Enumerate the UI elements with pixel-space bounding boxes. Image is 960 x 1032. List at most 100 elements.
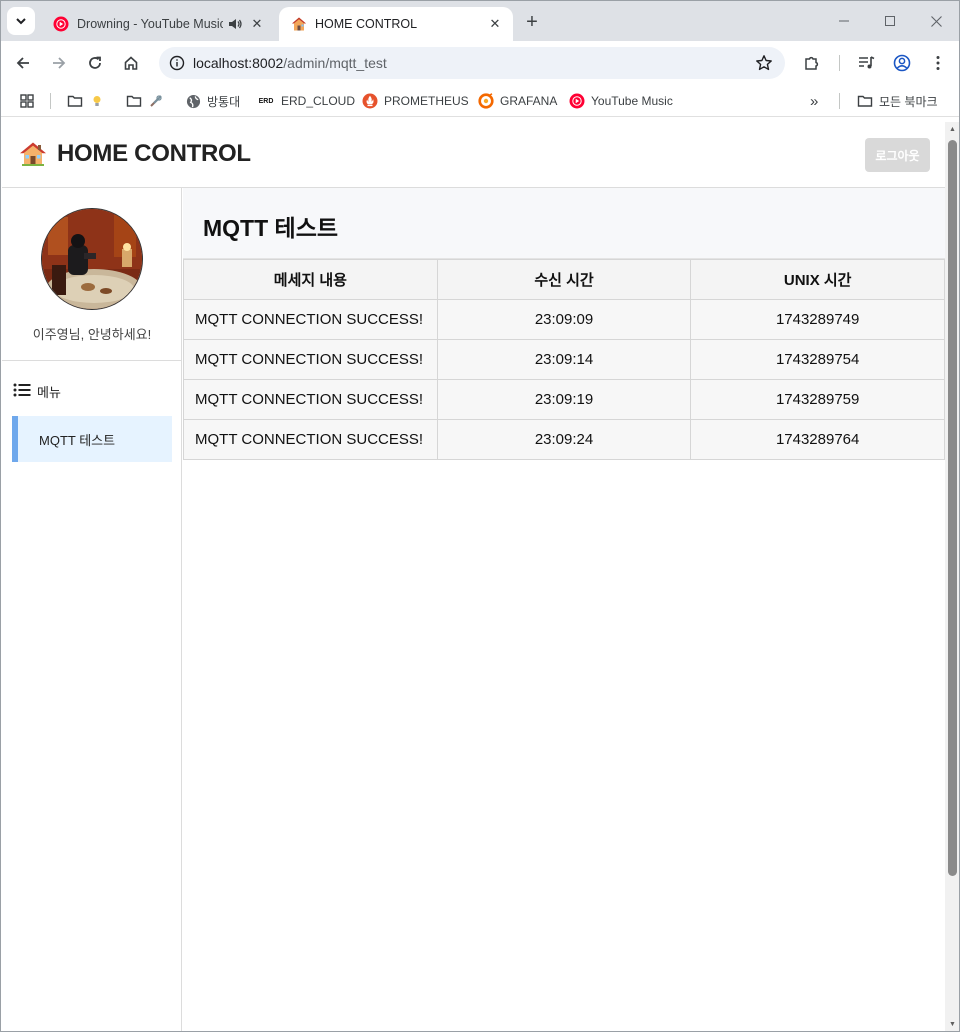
home-icon	[124, 56, 138, 70]
youtube-music-icon	[53, 16, 69, 32]
tab-home-control[interactable]: HOME CONTROL ✕	[279, 7, 513, 41]
close-tab-icon[interactable]: ✕	[487, 16, 503, 32]
arrow-left-icon	[16, 57, 29, 69]
bookmarks-divider	[50, 93, 51, 109]
apps-button[interactable]	[19, 91, 41, 111]
unix-time-cell: 1743289764	[690, 419, 945, 460]
bookmark-label: PROMETHEUS	[384, 94, 469, 108]
message-cell: MQTT CONNECTION SUCCESS!	[183, 299, 438, 340]
bookmark-star-icon[interactable]	[755, 54, 773, 77]
brand[interactable]: HOME CONTROL	[19, 140, 251, 168]
received-time-cell: 23:09:24	[436, 419, 692, 460]
globe-icon	[185, 93, 201, 109]
page-scrollbar[interactable]: ▲ ▼	[945, 122, 959, 1031]
back-button[interactable]	[9, 49, 37, 77]
media-control-icon[interactable]	[854, 51, 878, 75]
more-bookmarks-button[interactable]: »	[810, 91, 818, 111]
minimize-icon	[839, 20, 849, 22]
house-icon	[291, 16, 307, 32]
youtube-music-icon	[569, 93, 585, 109]
house-icon	[20, 142, 46, 166]
browser-toolbar: localhost:8002/admin/mqtt_test	[1, 41, 959, 85]
received-time-cell: 23:09:09	[436, 299, 692, 340]
close-icon	[930, 15, 942, 27]
extensions-icon[interactable]	[800, 51, 824, 75]
column-header-unix-time: UNIX 시간	[690, 259, 945, 300]
scroll-up-arrow-icon[interactable]: ▲	[948, 125, 957, 134]
page-viewport: HOME CONTROL 로그아웃 이주영님, 안녕하세요! 메뉴 MQTT 테…	[2, 122, 945, 1031]
all-bookmarks-label: 모든 북마크	[879, 94, 938, 109]
sidebar: 이주영님, 안녕하세요! 메뉴 MQTT 테스트	[2, 188, 182, 1031]
browser-window: Drowning - YouTube Music ✕ HOME CONTROL …	[0, 0, 960, 1032]
maximize-button[interactable]	[867, 1, 913, 41]
scroll-down-arrow-icon[interactable]: ▼	[948, 1020, 957, 1029]
chevron-down-icon	[16, 18, 26, 25]
address-bar[interactable]: localhost:8002/admin/mqtt_test	[159, 47, 785, 79]
reload-icon	[89, 56, 101, 69]
greeting: 이주영님, 안녕하세요!	[32, 327, 152, 342]
main-content: MQTT 테스트 메세지 내용 수신 시간 UNIX 시간 MQTT CONNE…	[183, 188, 945, 1031]
tab-strip: Drowning - YouTube Music ✕ HOME CONTROL …	[1, 1, 959, 41]
arrow-right-icon	[53, 57, 66, 69]
minimize-button[interactable]	[821, 1, 867, 41]
avatar	[41, 208, 143, 310]
home-button[interactable]	[117, 49, 145, 77]
bookmark-label: GRAFANA	[500, 94, 558, 108]
bookmark-prometheus[interactable]: PROMETHEUS	[362, 91, 469, 111]
maximize-icon	[885, 16, 895, 26]
close-tab-icon[interactable]: ✕	[249, 16, 265, 32]
message-cell: MQTT CONNECTION SUCCESS!	[183, 419, 438, 460]
more-menu-icon[interactable]	[926, 51, 950, 75]
unix-time-cell: 1743289749	[690, 299, 945, 340]
table-row: MQTT CONNECTION SUCCESS! 23:09:19 174328…	[183, 379, 945, 420]
grafana-icon	[478, 93, 494, 109]
app-header: HOME CONTROL 로그아웃	[2, 122, 945, 188]
column-header-message: 메세지 내용	[183, 259, 438, 300]
speaker-icon[interactable]	[227, 16, 243, 32]
menu-header-label: 메뉴	[37, 385, 61, 400]
toolbar-divider	[839, 55, 840, 71]
bookmark-knou[interactable]: 방통대	[185, 91, 240, 111]
tab-title: Drowning - YouTube Music	[77, 17, 223, 31]
bookmarks-bar: 방통대 ERD ERD_CLOUD PROMETHEUS GRAFANA You…	[1, 85, 959, 117]
tools-icon	[148, 93, 164, 109]
unix-time-cell: 1743289759	[690, 379, 945, 420]
unix-time-cell: 1743289754	[690, 339, 945, 380]
received-time-cell: 23:09:14	[436, 339, 692, 380]
apps-grid-icon	[19, 93, 35, 109]
new-tab-button[interactable]: +	[519, 9, 545, 35]
page-header: MQTT 테스트	[183, 188, 945, 259]
tab-title: HOME CONTROL	[315, 17, 418, 31]
bookmark-erd-cloud[interactable]: ERD ERD_CLOUD	[257, 91, 355, 111]
menu-header: 메뉴	[13, 382, 61, 401]
bookmark-folder-ideas[interactable]	[67, 91, 111, 111]
mqtt-messages-table: 메세지 내용 수신 시간 UNIX 시간 MQTT CONNECTION SUC…	[183, 259, 945, 460]
erd-icon: ERD	[258, 97, 274, 105]
tab-youtube-music[interactable]: Drowning - YouTube Music ✕	[41, 7, 275, 41]
table-row: MQTT CONNECTION SUCCESS! 23:09:14 174328…	[183, 339, 945, 380]
scrollbar-thumb[interactable]	[948, 140, 957, 876]
url-path: /admin/mqtt_test	[283, 55, 387, 71]
sidebar-item-mqtt-test[interactable]: MQTT 테스트	[12, 416, 172, 462]
site-info-icon[interactable]	[161, 55, 193, 71]
logout-button[interactable]: 로그아웃	[865, 138, 930, 172]
bookmark-folder-tools[interactable]	[126, 91, 170, 111]
close-window-button[interactable]	[913, 1, 959, 41]
column-header-received-time: 수신 시간	[436, 259, 692, 300]
lightbulb-icon	[89, 93, 105, 109]
all-bookmarks-button[interactable]: 모든 북마크	[857, 91, 938, 111]
bookmark-youtube-music[interactable]: YouTube Music	[569, 91, 673, 111]
bookmark-grafana[interactable]: GRAFANA	[478, 91, 557, 111]
tab-search-button[interactable]	[7, 7, 35, 35]
profile-icon[interactable]	[890, 51, 914, 75]
profile-section: 이주영님, 안녕하세요!	[2, 188, 182, 361]
sidebar-item-label: MQTT 테스트	[39, 432, 116, 448]
table-row: MQTT CONNECTION SUCCESS! 23:09:09 174328…	[183, 299, 945, 340]
reload-button[interactable]	[81, 49, 109, 77]
url-text: localhost:8002/admin/mqtt_test	[193, 55, 387, 71]
forward-button[interactable]	[45, 49, 73, 77]
received-time-cell: 23:09:19	[436, 379, 692, 420]
folder-icon	[126, 93, 142, 109]
folder-icon	[67, 93, 83, 109]
url-host: localhost:8002	[193, 55, 284, 71]
